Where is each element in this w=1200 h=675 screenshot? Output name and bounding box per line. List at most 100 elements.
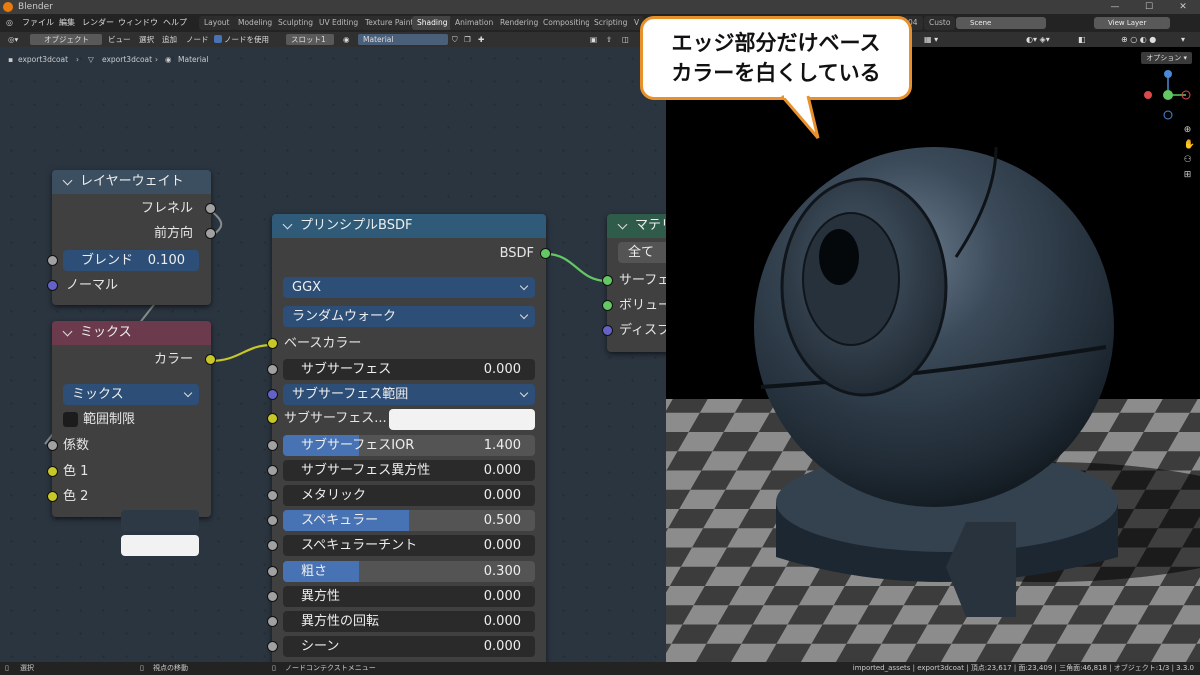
anisotropic-socket[interactable] [267,591,278,602]
specular-socket[interactable] [267,515,278,526]
minimize-icon[interactable]: — [1098,0,1132,14]
clamp-checkbox[interactable] [63,412,78,427]
surface-socket[interactable] [602,275,613,286]
node-editor[interactable]: ▪ export3dcoat › ▽ export3dcoat › ◉ Mate… [0,47,666,662]
material-sphere-icon[interactable]: ◉ [343,32,350,47]
base-color-socket[interactable] [267,338,278,349]
spec-tint-socket[interactable] [267,540,278,551]
subsurface-socket[interactable] [267,364,278,375]
metallic-field[interactable]: メタリック 0.000 [283,485,535,506]
fake-user-shield-icon[interactable]: ⛉ [452,32,458,47]
use-nodes-checkbox[interactable]: ノードを使用 [214,32,269,47]
menu-edit[interactable]: 編集 [59,14,75,32]
aniso-sub-socket[interactable] [267,465,278,476]
mix-title[interactable]: ミックス [52,321,211,345]
hand-icon[interactable]: ✋ [1184,140,1195,150]
menu-help[interactable]: ヘルプ [163,14,187,32]
parent-node-icon[interactable]: ⇧ [606,32,612,47]
camera-icon[interactable]: ⚇ [1184,155,1195,165]
menu-add[interactable]: 追加 [162,32,177,47]
material-field[interactable]: Material [358,34,448,45]
menu-select[interactable]: 選択 [139,32,154,47]
specular-tint-field[interactable]: スペキュラーチント 0.000 [283,535,535,556]
tab-uv-editing[interactable]: UV Editing [314,16,364,30]
menu-window[interactable]: ウィンドウ [118,14,158,32]
tab-sculpting[interactable]: Sculpting [273,16,319,30]
subsurface-radius-socket[interactable] [267,389,278,400]
mix-color-socket[interactable] [205,354,216,365]
backdrop-icon[interactable]: ▣ [590,32,597,47]
facing-socket[interactable] [205,228,216,239]
color2-swatch[interactable] [121,535,199,556]
bsdf-output-socket[interactable] [540,248,551,259]
mix-node[interactable]: ミックス カラー ミックス 範囲制限 係数 色 1 色 2 [47,321,216,556]
tab-texture-paint[interactable]: Texture Paint [360,16,419,30]
displacement-socket[interactable] [602,325,613,336]
maximize-icon[interactable]: ☐ [1132,0,1166,14]
tab-scripting[interactable]: Scripting [589,16,633,30]
output-target-dropdown[interactable]: 全て [618,242,666,263]
gizmo-icon[interactable]: ◐▾ ◈▾ [1026,32,1050,47]
subsurface-color-socket[interactable] [267,413,278,424]
blend-socket[interactable] [47,255,58,266]
slot-dropdown[interactable]: スロット1 [286,34,334,45]
grid-icon[interactable]: ⊞ [1184,170,1195,180]
volume-socket[interactable] [602,300,613,311]
color1-socket[interactable] [47,466,58,477]
ior-socket[interactable] [267,440,278,451]
options-dropdown[interactable]: オプション ▾ [1141,52,1192,64]
tab-rendering[interactable]: Rendering [495,16,544,30]
anisotropic-rotation-field[interactable]: 異方性の回転 0.000 [283,611,535,632]
overlay-icons[interactable]: ▦ ▾ [924,32,938,47]
clamp-option[interactable]: 範囲制限 [52,409,211,431]
output-title[interactable]: マテリ [607,214,666,238]
layer-weight-title[interactable]: レイヤーウェイト [52,170,211,194]
anisotropic-field[interactable]: 異方性 0.000 [283,586,535,607]
blender-menu-icon[interactable]: ◎ [6,14,13,32]
material-output-node[interactable]: マテリ 全て サーフェ ボリュー ディスプ [602,214,666,352]
roughness-socket[interactable] [267,566,278,577]
menu-file[interactable]: ファイル [22,14,54,32]
snap-icon[interactable]: ◫ [622,32,629,47]
scene-field[interactable]: Scene [956,17,1046,29]
distribution-dropdown[interactable]: GGX [283,277,535,298]
roughness-slider[interactable]: 粗さ 0.300 [283,561,535,582]
blend-type-dropdown[interactable]: ミックス [63,384,199,405]
shading-mode-icons[interactable]: ⊕ ○ ◐ ● [1121,32,1156,47]
tab-custom[interactable]: Custo [924,16,956,30]
shading-options-icon[interactable]: ▾ [1181,32,1185,47]
editor-type-icon[interactable]: ◎▾ [8,32,18,47]
tab-modeling[interactable]: Modeling [233,16,278,30]
principled-bsdf-node[interactable]: プリンシプルBSDF BSDF GGX ランダムウォーク ベースカラー サブサー… [267,214,551,662]
fresnel-socket[interactable] [205,203,216,214]
specular-slider[interactable]: スペキュラー 0.500 [283,510,535,531]
duplicate-icon[interactable]: ❐ [464,32,471,47]
tab-layout[interactable]: Layout [199,16,235,30]
close-icon[interactable]: ✕ [1166,0,1200,14]
blend-field[interactable]: ブレンド 0.100 [63,250,199,271]
menu-render[interactable]: レンダー [82,14,114,32]
subsurface-color-swatch[interactable] [389,409,535,430]
color2-socket[interactable] [47,491,58,502]
object-mode-dropdown[interactable]: オブジェクト [30,34,102,45]
aniso-rot-socket[interactable] [267,616,278,627]
tab-animation[interactable]: Animation [450,16,499,30]
bsdf-title[interactable]: プリンシプルBSDF [272,214,546,238]
pin-icon[interactable]: ✚ [478,32,484,47]
sheen-field[interactable]: シーン 0.000 [283,636,535,657]
zoom-icon[interactable]: ⊕ [1184,125,1195,135]
subsurface-field[interactable]: サブサーフェス 0.000 [283,359,535,380]
subsurface-anisotropy-field[interactable]: サブサーフェス異方性 0.000 [283,460,535,481]
normal-socket[interactable] [47,280,58,291]
subsurface-method-dropdown[interactable]: ランダムウォーク [283,306,535,327]
sheen-socket[interactable] [267,641,278,652]
color1-swatch[interactable] [121,510,199,531]
fac-socket[interactable] [47,440,58,451]
navigation-gizmo[interactable] [1142,61,1192,123]
tab-shading[interactable]: Shading [412,16,453,30]
metallic-socket[interactable] [267,490,278,501]
subsurface-radius-dropdown[interactable]: サブサーフェス範囲 [283,384,535,405]
tab-compositing[interactable]: Compositing [538,16,596,30]
subsurface-ior-slider[interactable]: サブサーフェスIOR 1.400 [283,435,535,456]
menu-node[interactable]: ノード [186,32,209,47]
